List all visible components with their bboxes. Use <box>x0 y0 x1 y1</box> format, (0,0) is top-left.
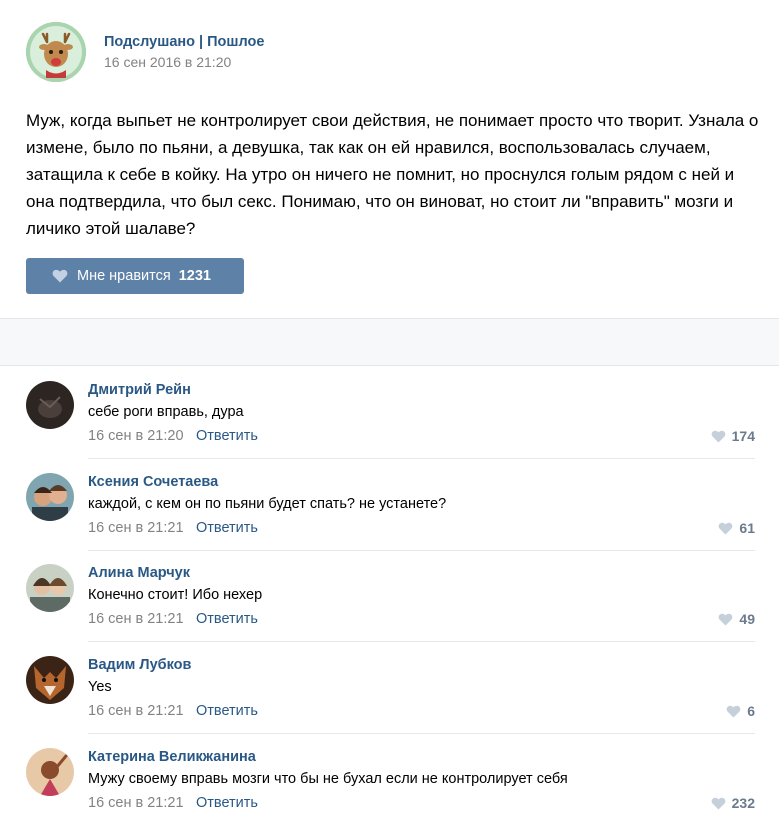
like-button[interactable]: Мне нравится 1231 <box>26 258 244 294</box>
heart-icon <box>719 613 733 626</box>
comment-author[interactable]: Ксения Сочетаева <box>88 474 218 490</box>
heart-icon <box>719 522 733 535</box>
reply-button[interactable]: Ответить <box>196 428 258 444</box>
reply-button[interactable]: Ответить <box>196 611 258 627</box>
reply-button[interactable]: Ответить <box>196 520 258 536</box>
comment-like-count: 49 <box>739 611 755 627</box>
comment-author[interactable]: Алина Марчук <box>88 565 190 581</box>
comment-like-button[interactable]: 232 <box>711 795 755 811</box>
reply-button[interactable]: Ответить <box>196 703 258 719</box>
comment-text: Мужу своему вправь мозги что бы не бухал… <box>88 771 568 787</box>
heart-icon <box>52 269 68 283</box>
like-label: Мне нравится <box>77 268 171 284</box>
heart-icon <box>711 430 725 443</box>
avatar[interactable] <box>26 748 74 796</box>
avatar[interactable] <box>26 564 74 612</box>
comment-like-count: 174 <box>731 428 755 444</box>
comment-text: себе роги вправь, дура <box>88 404 244 420</box>
comment-like-count: 61 <box>739 520 755 536</box>
avatar[interactable] <box>26 473 74 521</box>
comment-author[interactable]: Катерина Великжанина <box>88 749 256 765</box>
post: Подслушано | Пошлое 16 сен 2016 в 21:20 … <box>0 0 779 318</box>
comment-text: Yes <box>88 679 112 695</box>
comment: Вадим Лубков Yes 16 сен в 21:21 Ответить… <box>0 642 779 734</box>
heart-icon <box>711 797 725 810</box>
comment: Катерина Великжанина Мужу своему вправь … <box>0 734 779 816</box>
comment-date[interactable]: 16 сен в 21:21 <box>88 611 184 627</box>
comment-author[interactable]: Вадим Лубков <box>88 657 191 673</box>
comment-like-button[interactable]: 49 <box>718 611 755 627</box>
comment-like-count: 232 <box>731 795 755 811</box>
post-text: Муж, когда выпьет не контролирует свои д… <box>26 111 759 238</box>
comment: Дмитрий Рейн себе роги вправь, дура 16 с… <box>0 367 779 459</box>
comment-date[interactable]: 16 сен в 21:20 <box>88 428 184 444</box>
comment: Алина Марчук Конечно стоит! Ибо нехер 16… <box>0 550 779 642</box>
comments-divider <box>0 318 779 366</box>
comment-date[interactable]: 16 сен в 21:21 <box>88 703 184 719</box>
comment-like-button[interactable]: 174 <box>711 428 755 444</box>
comment-like-button[interactable]: 61 <box>718 520 755 536</box>
comment-author[interactable]: Дмитрий Рейн <box>88 382 191 398</box>
comment-like-count: 6 <box>747 703 755 719</box>
post-date[interactable]: 16 сен 2016 в 21:20 <box>104 54 231 70</box>
comment-text: каждой, с кем он по пьяни будет спать? н… <box>88 496 447 512</box>
avatar[interactable] <box>26 381 74 429</box>
post-author-link[interactable]: Подслушано | Пошлое <box>104 34 264 50</box>
avatar[interactable] <box>26 656 74 704</box>
comment-date[interactable]: 16 сен в 21:21 <box>88 795 184 811</box>
comment-date[interactable]: 16 сен в 21:21 <box>88 520 184 536</box>
heart-icon <box>726 705 741 718</box>
like-count: 1231 <box>178 268 211 284</box>
comment-like-button[interactable]: 6 <box>726 703 755 719</box>
comment-text: Конечно стоит! Ибо нехер <box>88 587 263 603</box>
reply-button[interactable]: Ответить <box>196 795 258 811</box>
deer-avatar-icon[interactable] <box>26 22 86 82</box>
comment: Ксения Сочетаева каждой, с кем он по пья… <box>0 459 779 551</box>
